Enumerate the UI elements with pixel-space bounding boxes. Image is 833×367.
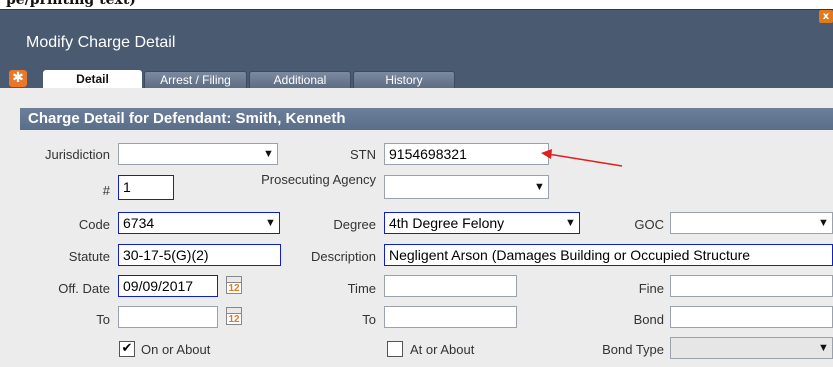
jurisdiction-label: Jurisdiction	[44, 147, 110, 162]
goc-select[interactable]: ▼	[670, 212, 833, 234]
off-date-field[interactable]: 09/09/2017	[118, 275, 218, 297]
tab-arrest-filing[interactable]: Arrest / Filing	[144, 71, 247, 88]
bond-field[interactable]	[670, 306, 833, 328]
statute-field[interactable]: 30-17-5(G)(2)	[118, 244, 281, 266]
statute-label: Statute	[68, 249, 110, 264]
required-star-icon: ✱	[9, 70, 27, 87]
degree-label: Degree	[333, 217, 376, 232]
page-top-text: pe/printing text)	[6, 0, 136, 8]
number-field[interactable]: 1	[118, 175, 174, 200]
number-label: #	[102, 183, 110, 198]
fine-label: Fine	[638, 281, 664, 296]
on-or-about-checkbox[interactable]: ✔	[119, 341, 135, 357]
at-or-about-checkbox[interactable]	[387, 341, 403, 357]
code-select[interactable]: 6734 ▼	[118, 212, 280, 234]
tab-detail[interactable]: Detail	[43, 70, 142, 88]
code-label: Code	[78, 217, 110, 232]
prosecuting-agency-select[interactable]: ▼	[384, 175, 549, 199]
close-icon[interactable]: x	[819, 10, 833, 23]
jurisdiction-select[interactable]: ▼	[118, 143, 278, 165]
description-label: Description	[310, 249, 376, 264]
bond-type-select[interactable]: ▼	[670, 337, 833, 359]
goc-label: GOC	[634, 217, 664, 232]
stn-label: STN	[350, 147, 376, 162]
tab-history[interactable]: History	[353, 71, 455, 88]
time-label: Time	[347, 281, 376, 296]
chevron-down-icon: ▼	[565, 217, 576, 229]
degree-select[interactable]: 4th Degree Felony ▼	[384, 212, 580, 234]
description-field[interactable]: Negligent Arson (Damages Building or Occ…	[384, 244, 833, 266]
chevron-down-icon: ▼	[265, 217, 276, 229]
prosecuting-agency-label: Prosecuting Agency	[261, 172, 376, 187]
window-titlebar: x Modify Charge Detail	[0, 9, 833, 67]
calendar-icon[interactable]: 12	[224, 275, 244, 295]
bond-type-label: Bond Type	[602, 342, 664, 357]
calendar-icon[interactable]: 12	[224, 306, 244, 326]
on-or-about-label: On or About	[141, 342, 211, 357]
time-field[interactable]	[384, 275, 517, 297]
chevron-down-icon: ▼	[818, 342, 829, 354]
chevron-down-icon: ▼	[263, 148, 274, 160]
at-or-about-label: At or About	[410, 342, 475, 357]
stn-field[interactable]: 9154698321	[384, 143, 549, 165]
to-time-field[interactable]	[384, 306, 517, 328]
to-date-field[interactable]	[118, 306, 218, 328]
chevron-down-icon: ▼	[818, 217, 829, 229]
detail-panel: Charge Detail for Defendant: Smith, Kenn…	[0, 88, 833, 367]
section-header: Charge Detail for Defendant: Smith, Kenn…	[20, 108, 833, 130]
bond-label: Bond	[633, 312, 664, 327]
to-label: To	[96, 312, 110, 327]
fine-field[interactable]	[670, 275, 833, 297]
tab-bar: ✱ Detail Arrest / Filing Additional Hist…	[0, 67, 833, 88]
to-time-label: To	[362, 312, 376, 327]
chevron-down-icon: ▼	[534, 181, 545, 193]
tab-additional[interactable]: Additional	[249, 71, 351, 88]
window-title: Modify Charge Detail	[26, 34, 176, 51]
off-date-label: Off. Date	[58, 281, 110, 296]
